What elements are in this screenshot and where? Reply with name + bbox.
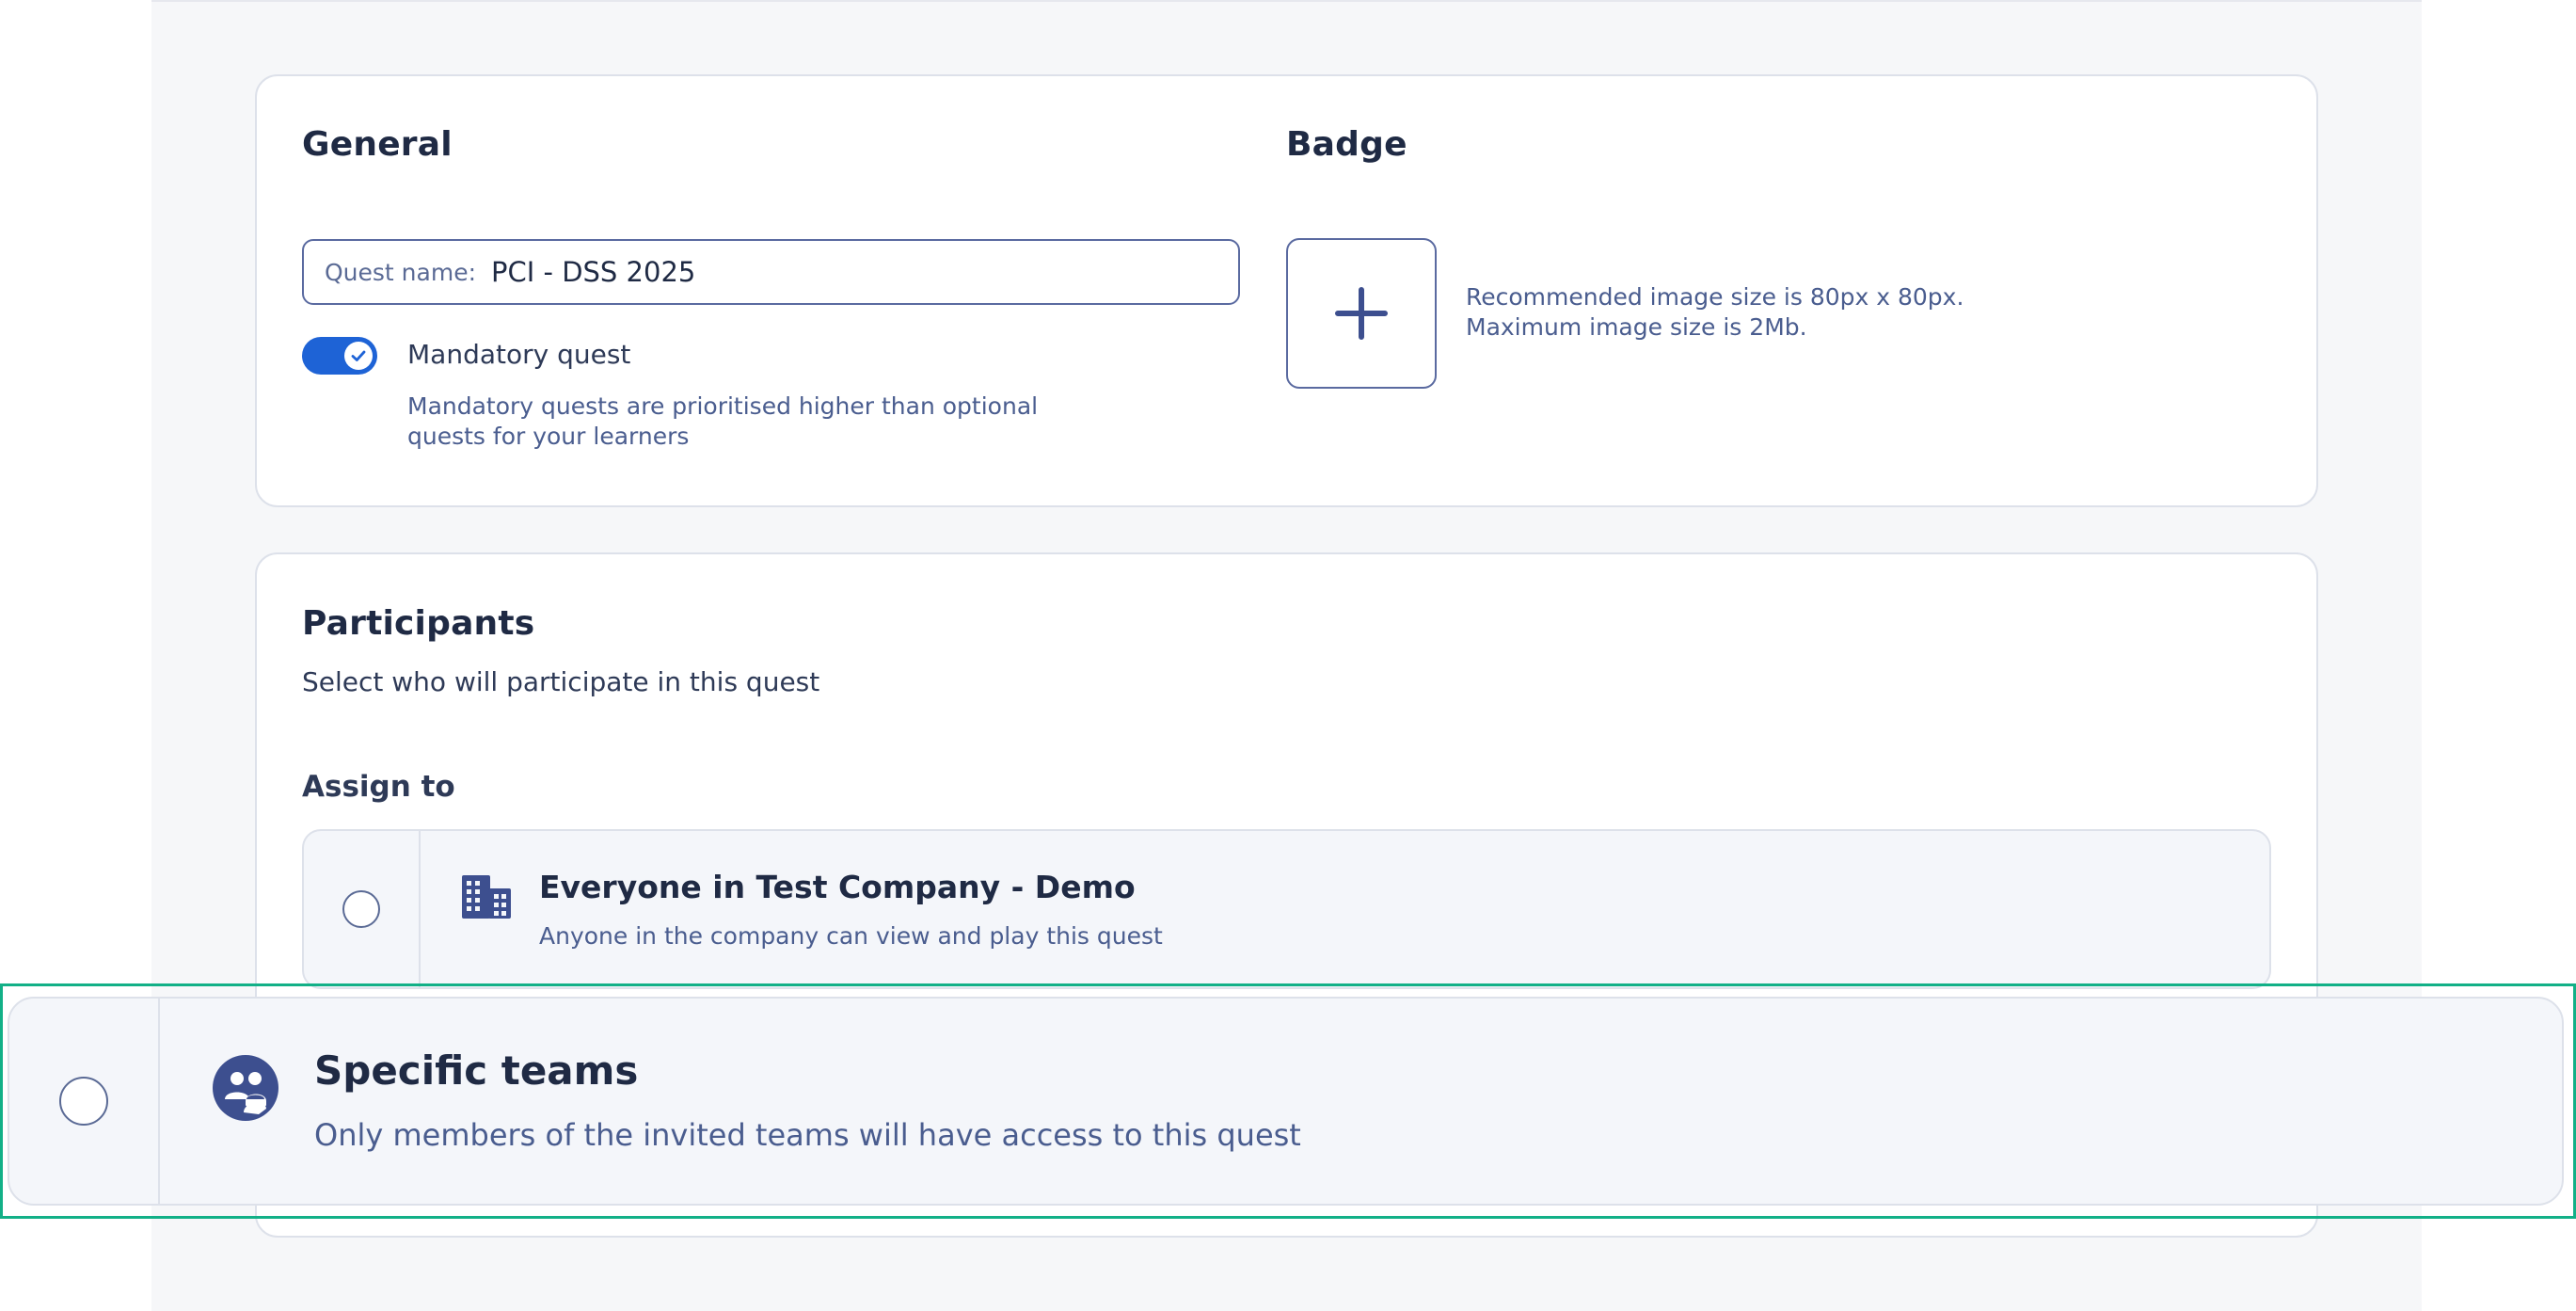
toggle-knob — [344, 342, 373, 370]
everyone-option-title: Everyone in Test Company - Demo — [539, 869, 1136, 905]
general-title: General — [302, 125, 453, 164]
building-icon — [462, 875, 511, 919]
radio-cell — [9, 999, 160, 1204]
everyone-radio[interactable] — [342, 890, 380, 928]
teams-icon — [213, 1055, 278, 1121]
add-badge-button[interactable] — [1286, 238, 1437, 389]
badge-hint-line2: Maximum image size is 2Mb. — [1466, 313, 1807, 341]
radio-cell — [304, 831, 421, 987]
participants-subtitle: Select who will participate in this ques… — [302, 666, 820, 697]
specific-teams-option-description: Only members of the invited teams will h… — [314, 1117, 1301, 1153]
check-icon — [351, 350, 366, 361]
badge-title: Badge — [1286, 125, 1407, 164]
assign-to-label: Assign to — [302, 770, 455, 804]
participants-title: Participants — [302, 604, 535, 643]
specific-teams-option-title: Specific teams — [314, 1047, 639, 1094]
everyone-option-description: Anyone in the company can view and play … — [539, 922, 1163, 950]
assign-option-specific-teams[interactable]: Specific teams Only members of the invit… — [8, 997, 2564, 1206]
mandatory-quest-description-line2: quests for your learners — [407, 423, 690, 450]
mandatory-quest-description-line1: Mandatory quests are prioritised higher … — [407, 392, 1039, 420]
quest-name-input[interactable] — [491, 256, 1150, 288]
quest-name-field[interactable]: Quest name: — [302, 239, 1240, 305]
quest-name-label: Quest name: — [325, 258, 476, 286]
mandatory-quest-label: Mandatory quest — [407, 339, 631, 370]
mandatory-quest-toggle[interactable] — [302, 337, 377, 375]
assign-option-everyone[interactable]: Everyone in Test Company - Demo Anyone i… — [302, 829, 2271, 989]
plus-icon — [1335, 287, 1388, 340]
specific-teams-radio[interactable] — [59, 1077, 108, 1126]
badge-hint-line1: Recommended image size is 80px x 80px. — [1466, 283, 1964, 311]
